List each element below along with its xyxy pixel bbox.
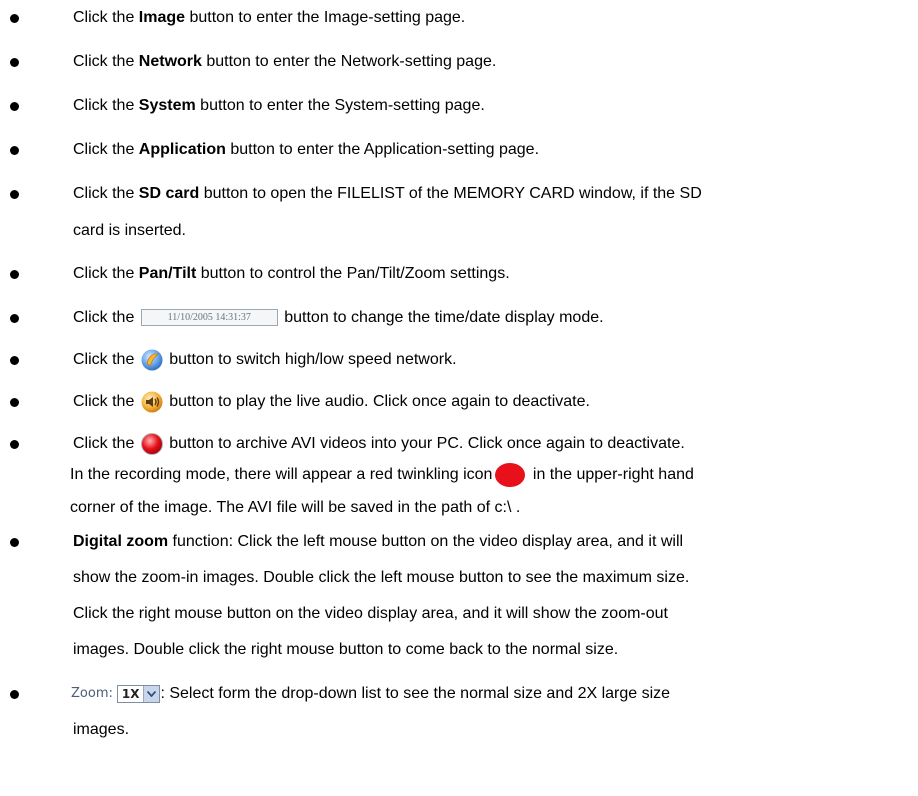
bullet bbox=[10, 314, 19, 323]
network-speed-icon[interactable] bbox=[140, 348, 164, 372]
system-button-name: System bbox=[138, 97, 196, 114]
image-button-name: Image bbox=[138, 9, 186, 26]
pan-tilt-button-name: Pan/Tilt bbox=[138, 265, 197, 282]
bullet bbox=[10, 356, 19, 365]
bullet bbox=[10, 538, 19, 547]
time-date-button[interactable]: 11/10/2005 14:31:37 bbox=[140, 309, 278, 327]
chevron-down-icon[interactable] bbox=[143, 686, 160, 702]
zoom-value: 1X bbox=[121, 687, 140, 701]
audio-speaker-icon[interactable] bbox=[140, 390, 164, 414]
bullet bbox=[10, 270, 19, 279]
zoom-control: Zoom: 1X bbox=[71, 682, 161, 706]
zoom-label: Zoom: bbox=[71, 686, 113, 701]
record-icon[interactable] bbox=[140, 432, 164, 456]
bullet bbox=[10, 14, 19, 23]
bullet bbox=[10, 146, 19, 155]
application-button-name: Application bbox=[138, 141, 226, 158]
bullet bbox=[10, 58, 19, 67]
network-button-name: Network bbox=[138, 53, 202, 70]
bullet bbox=[10, 102, 19, 111]
bullet bbox=[10, 190, 19, 199]
sd-card-button-name: SD card bbox=[138, 185, 200, 202]
recording-indicator-icon bbox=[494, 462, 526, 488]
digital-zoom-term: Digital zoom bbox=[73, 533, 169, 550]
zoom-select[interactable]: 1X bbox=[116, 685, 161, 703]
bullet bbox=[10, 690, 19, 699]
bullet bbox=[10, 398, 19, 407]
bullet bbox=[10, 440, 19, 449]
